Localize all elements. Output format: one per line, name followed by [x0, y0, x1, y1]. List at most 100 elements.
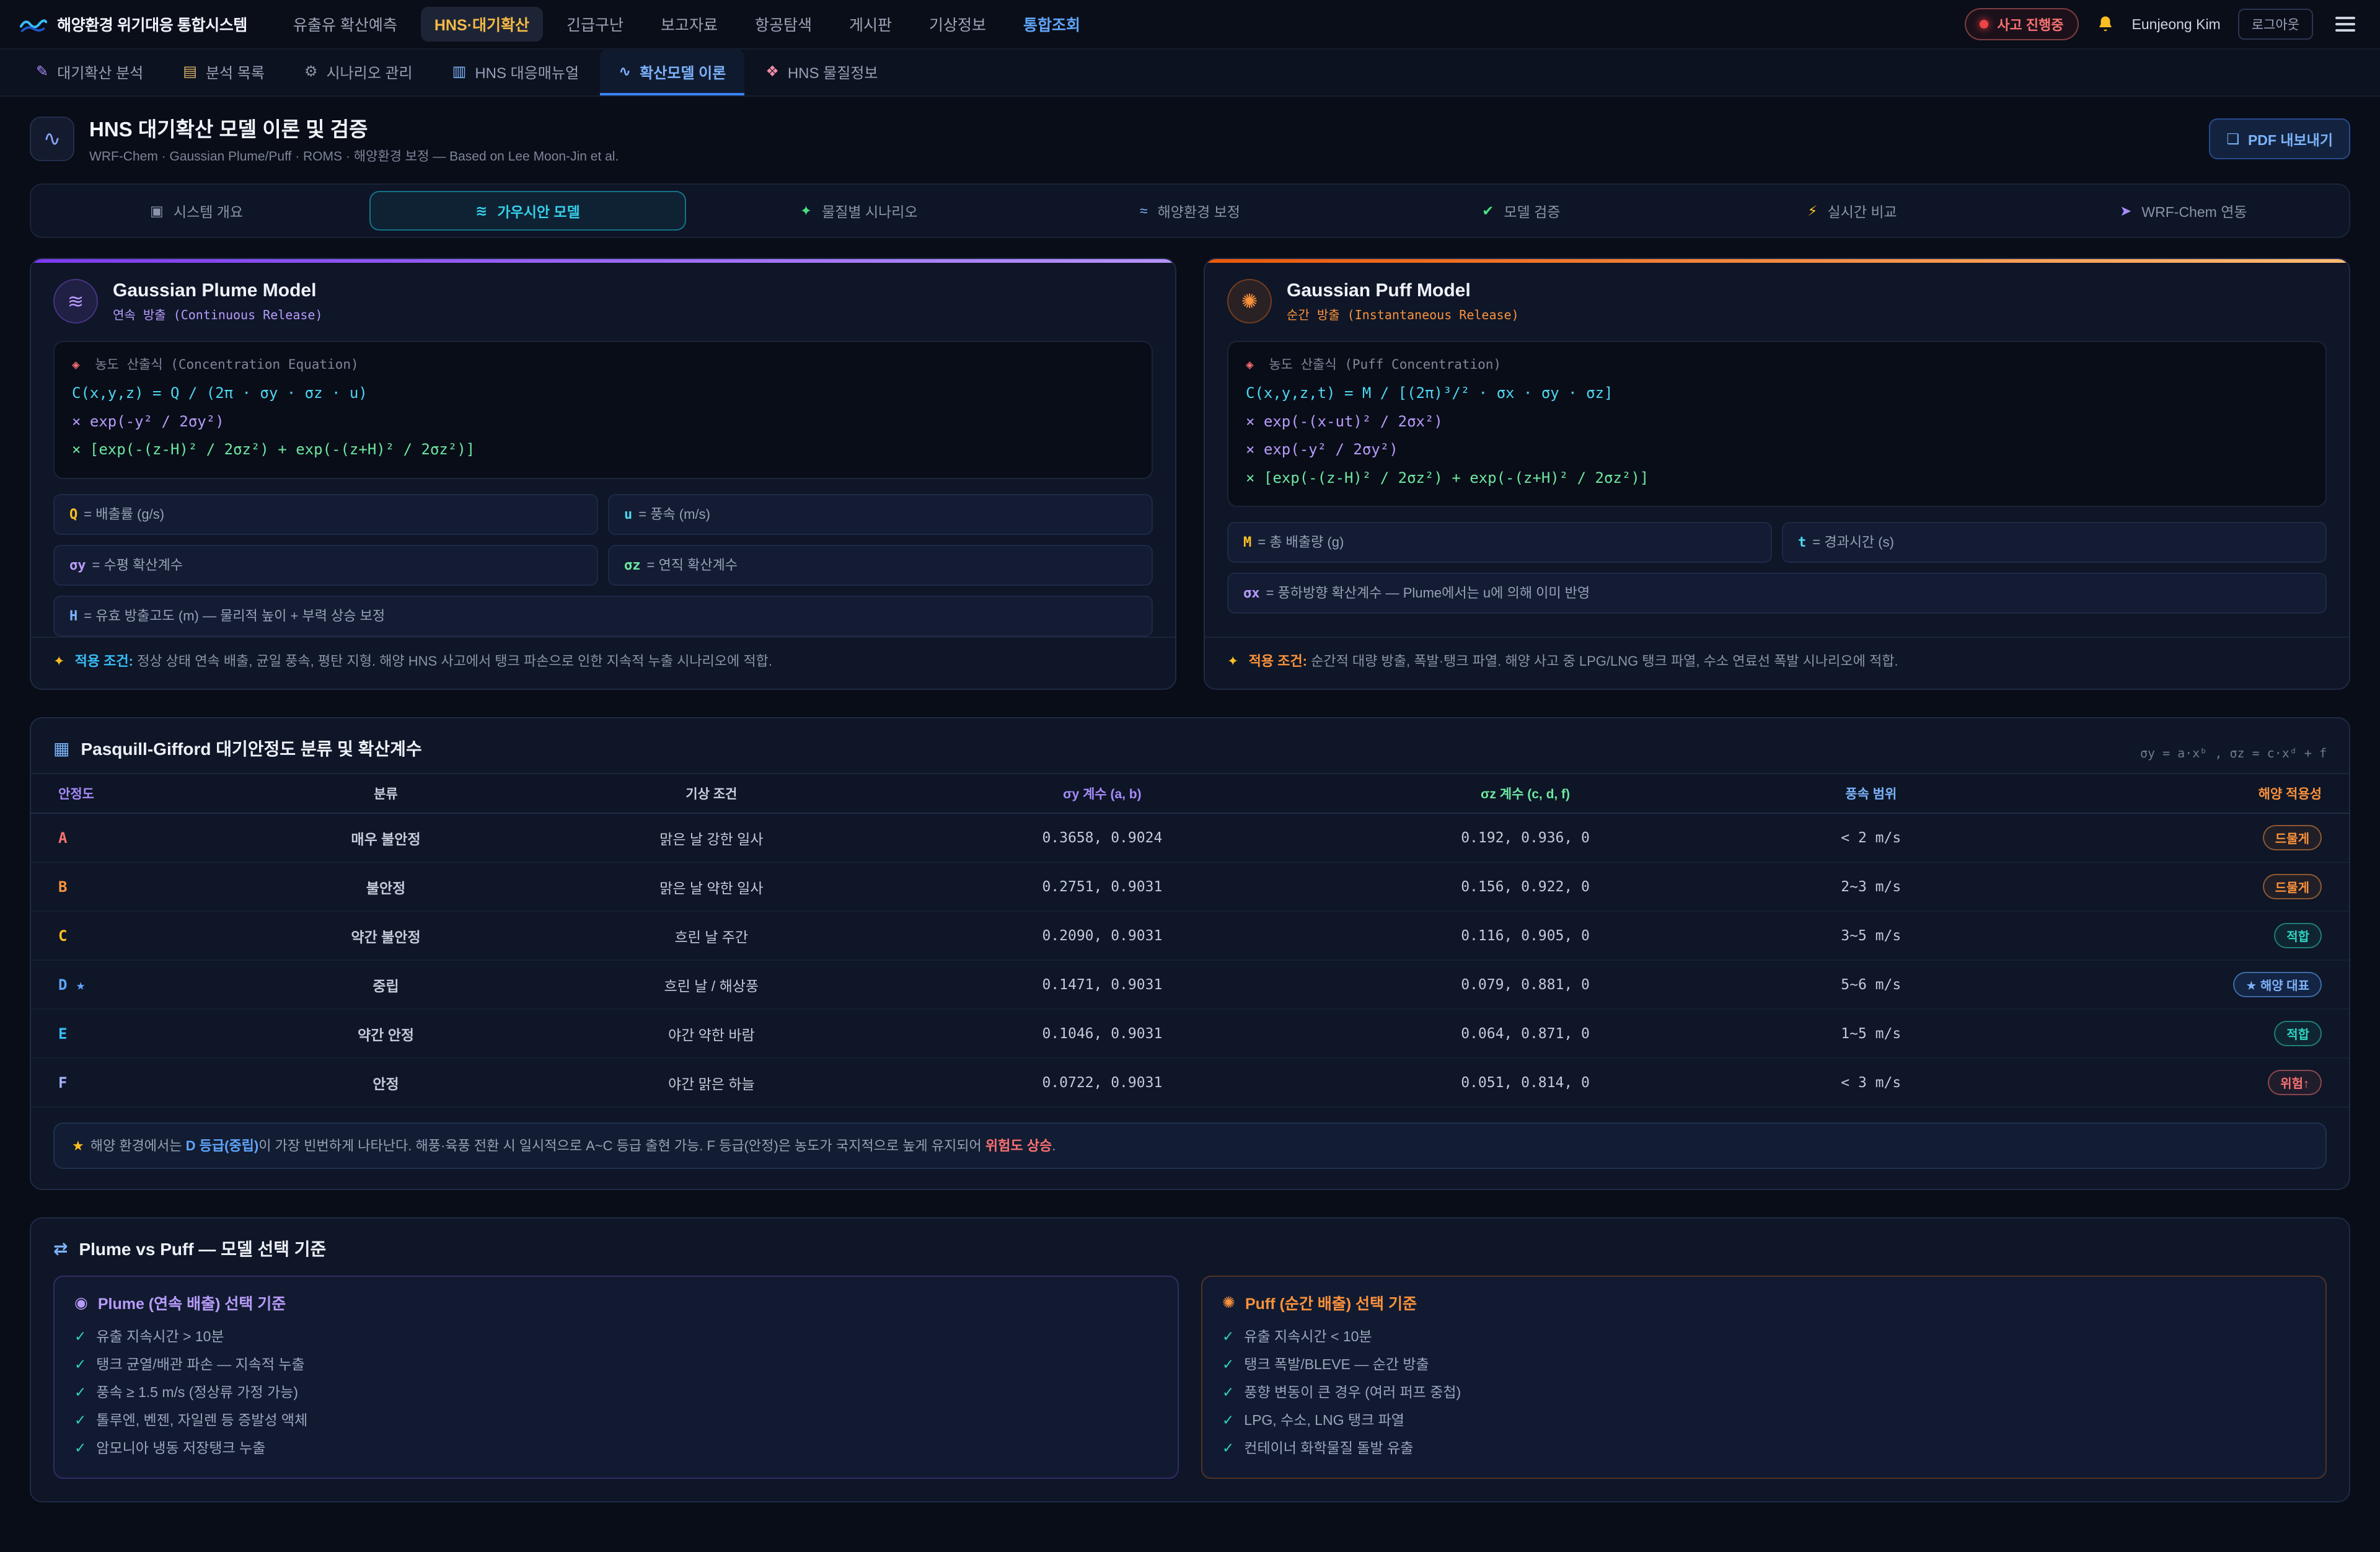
star-icon: ★: [72, 1138, 84, 1153]
stability-footnote: ★해양 환경에서는 D 등급(중립)이 가장 빈번하게 나타난다. 해풍·육풍 …: [53, 1122, 2327, 1169]
compare-icon: ⇄: [53, 1238, 68, 1259]
table-row: F 안정 야간 맑은 하늘 0.0722, 0.9031 0.051, 0.81…: [31, 1058, 2349, 1107]
check-icon: ✓: [74, 1434, 86, 1462]
status-dot-icon: [1980, 20, 1988, 29]
list-item: ✓LPG, 수소, LNG 탱크 파열: [1222, 1406, 2306, 1434]
tab-hns-substance-info[interactable]: ❖ HNS 물질정보: [747, 50, 896, 95]
model-selection-panel: ⇄ Plume vs Puff — 모델 선택 기준 ◉ Plume (연속 배…: [30, 1217, 2350, 1502]
pin-icon: ◈: [72, 357, 80, 372]
sigma-y-coeff: 0.2751, 0.9031: [896, 862, 1308, 911]
bulb-icon: ✦: [1227, 653, 1238, 669]
stability-grade: D ★: [58, 976, 85, 994]
param-total-mass: M= 총 배출량 (g): [1227, 522, 1772, 563]
tab-dispersion-analysis[interactable]: ✎ 대기확산 분석: [17, 50, 162, 95]
pin-icon: ◈: [1246, 357, 1254, 372]
plume-title: Gaussian Plume Model: [113, 280, 323, 301]
nav-board[interactable]: 게시판: [835, 7, 906, 42]
test-tube-icon: ✦: [800, 203, 812, 219]
tab-label: 대기확산 분석: [57, 61, 143, 82]
nav-reports[interactable]: 보고자료: [647, 7, 731, 42]
section-tab-marine-correction[interactable]: ≈ 해양환경 보정: [1032, 191, 1348, 231]
tab-diffusion-model-theory[interactable]: ∿ 확산모델 이론: [600, 50, 744, 95]
param-sigma-y: σy= 수평 확산계수: [53, 545, 598, 586]
puff-icon: ✺: [1227, 279, 1272, 324]
equation-line: C(x,y,z) = Q / (2π · σy · σz · u): [72, 379, 1134, 408]
nav-aerial-search[interactable]: 항공탐색: [741, 7, 826, 42]
incident-status-label: 사고 진행중: [1997, 14, 2063, 34]
note-text: 정상 상태 연속 배출, 균일 풍속, 평탄 지형. 해양 HNS 사고에서 탱…: [137, 653, 772, 669]
section-tab-system-overview[interactable]: ▣ 시스템 개요: [38, 191, 355, 231]
stability-class: 중립: [245, 960, 526, 1009]
stability-grade: A: [58, 829, 67, 847]
sigma-y-coeff: 0.2090, 0.9031: [896, 911, 1308, 960]
plume-application-note: ✦ 적용 조건: 정상 상태 연속 배출, 균일 풍속, 평탄 지형. 해양 H…: [31, 637, 1175, 689]
col-sigma-z: σz 계수 (c, d, f): [1308, 774, 1743, 813]
tab-scenario-management[interactable]: ⚙ 시나리오 관리: [286, 50, 431, 95]
section-tab-wrfchem-integration[interactable]: ➤ WRF-Chem 연동: [2025, 191, 2342, 231]
param-wind-speed: u= 풍속 (m/s): [608, 494, 1153, 535]
tab-hns-response-manual[interactable]: ▥ HNS 대응매뉴얼: [434, 50, 597, 95]
dispersion-formula: σy = a·xᵇ , σz = c·xᵈ + f: [2140, 746, 2327, 761]
check-icon: ✓: [1222, 1378, 1234, 1406]
user-name: Eunjeong Kim: [2132, 16, 2221, 33]
sigma-z-coeff: 0.051, 0.814, 0: [1308, 1058, 1743, 1107]
tab-label: 분석 목록: [206, 61, 265, 82]
section-tab-label: 가우시안 모델: [497, 200, 580, 221]
nav-hns-atmospheric[interactable]: HNS·대기확산: [421, 7, 543, 42]
puff-subtitle: 순간 방출 (Instantaneous Release): [1287, 305, 1519, 323]
footnote-text: .: [1052, 1138, 1056, 1153]
applicability-badge: 드물게: [2263, 874, 2322, 899]
nav-emergency-rescue[interactable]: 긴급구난: [553, 7, 637, 42]
table-row: C 약간 불안정 흐린 날 주간 0.2090, 0.9031 0.116, 0…: [31, 911, 2349, 960]
nav-integrated-search[interactable]: 통합조회: [1010, 7, 1094, 42]
list-icon: ▤: [183, 63, 197, 81]
nav-oil-spill-prediction[interactable]: 유출유 확산예측: [280, 7, 411, 42]
stability-class: 약간 불안정: [245, 911, 526, 960]
tab-analysis-list[interactable]: ▤ 분석 목록: [164, 50, 283, 95]
tab-label: 시나리오 관리: [326, 61, 412, 82]
check-icon: ✓: [74, 1351, 86, 1378]
bell-icon[interactable]: [2096, 14, 2115, 34]
section-tab-gaussian-model[interactable]: ≋ 가우시안 모델: [369, 191, 685, 231]
weather-condition: 맑은 날 강한 일사: [527, 813, 896, 862]
table-row: E 약간 안정 야간 약한 바람 0.1046, 0.9031 0.064, 0…: [31, 1009, 2349, 1058]
list-item: ✓컨테이너 화학물질 돌발 유출: [1222, 1434, 2306, 1462]
stability-grade: F: [58, 1074, 67, 1091]
footnote-text: 해양 환경에서는: [90, 1138, 186, 1153]
plume-criteria-card: ◉ Plume (연속 배출) 선택 기준 ✓유출 지속시간 > 10분 ✓탱크…: [53, 1276, 1179, 1479]
section-tab-substance-scenarios[interactable]: ✦ 물질별 시나리오: [701, 191, 1017, 231]
bulb-icon: ✦: [53, 653, 64, 669]
sigma-z-coeff: 0.192, 0.936, 0: [1308, 813, 1743, 862]
main-menu: 유출유 확산예측 HNS·대기확산 긴급구난 보고자료 항공탐색 게시판 기상정…: [280, 7, 1094, 42]
hamburger-menu-icon[interactable]: [2330, 12, 2360, 37]
stability-grade: B: [58, 878, 67, 896]
logout-button[interactable]: 로그아웃: [2238, 9, 2313, 40]
plume-criteria-title: Plume (연속 배출) 선택 기준: [98, 1292, 286, 1314]
section-tab-label: 해양환경 보정: [1158, 200, 1240, 221]
list-item: ✓풍속 ≥ 1.5 m/s (정상류 가정 가능): [74, 1378, 1158, 1406]
page-subtitle: WRF-Chem · Gaussian Plume/Puff · ROMS · …: [89, 146, 619, 165]
sigma-y-coeff: 0.1046, 0.9031: [896, 1009, 1308, 1058]
app-logo[interactable]: 해양환경 위기대응 통합시스템: [20, 13, 247, 35]
wave-logo-icon: [20, 15, 47, 33]
section-tab-model-validation[interactable]: ✔ 모델 검증: [1363, 191, 1679, 231]
pdf-export-button[interactable]: ❏ PDF 내보내기: [2209, 118, 2350, 159]
wind-range: < 2 m/s: [1742, 813, 1999, 862]
model-theory-icon: ∿: [30, 117, 74, 161]
section-tab-realtime-comparison[interactable]: ⚡ 실시간 비교: [1694, 191, 2010, 231]
col-weather: 기상 조건: [527, 774, 896, 813]
sigma-z-coeff: 0.116, 0.905, 0: [1308, 911, 1743, 960]
stability-class: 불안정: [245, 862, 526, 911]
chart-line-icon: ∿: [619, 63, 631, 81]
table-row: A 매우 불안정 맑은 날 강한 일사 0.3658, 0.9024 0.192…: [31, 813, 2349, 862]
param-emission-rate: Q= 배출률 (g/s): [53, 494, 598, 535]
wind-range: 2~3 m/s: [1742, 862, 1999, 911]
tab-label: 확산모델 이론: [640, 61, 726, 82]
wind-icon: ≋: [475, 203, 487, 219]
nav-weather-info[interactable]: 기상정보: [915, 7, 1000, 42]
incident-status-badge[interactable]: 사고 진행중: [1965, 8, 2078, 40]
puff-equation-block: ◈ 농도 산출식 (Puff Concentration) C(x,y,z,t)…: [1227, 341, 2327, 507]
check-icon: ✔: [1482, 203, 1494, 219]
puff-parameters: M= 총 배출량 (g) t= 경과시간 (s) σx= 풍하방향 확산계수 —…: [1227, 522, 2327, 614]
puff-title: Gaussian Puff Model: [1287, 280, 1519, 301]
